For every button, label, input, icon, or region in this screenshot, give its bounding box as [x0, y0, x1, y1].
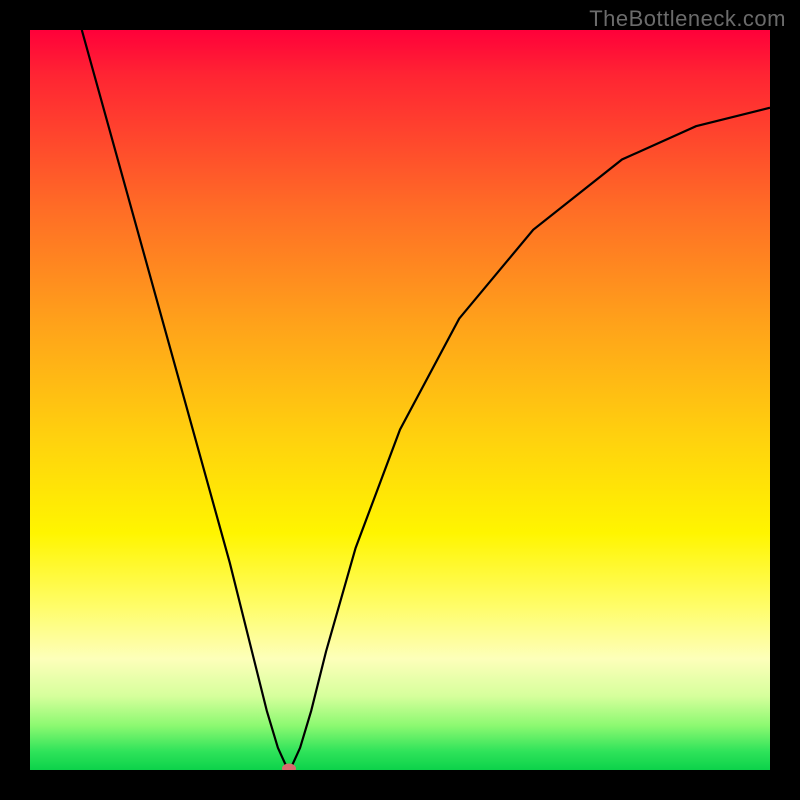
chart-container: TheBottleneck.com	[0, 0, 800, 800]
plot-area	[30, 30, 770, 770]
bottleneck-curve-path	[82, 30, 770, 769]
minimum-marker	[282, 764, 296, 770]
watermark-text: TheBottleneck.com	[589, 6, 786, 32]
curve-svg	[30, 30, 770, 770]
